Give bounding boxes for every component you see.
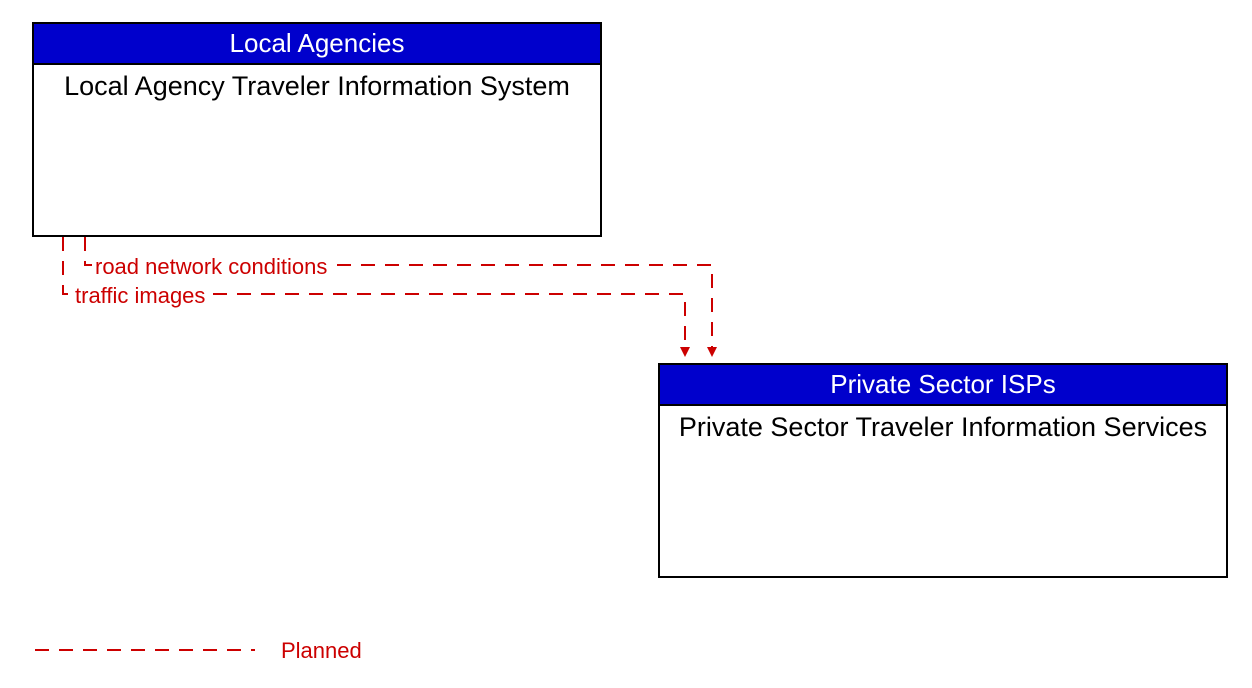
legend-planned-label: Planned (281, 638, 362, 664)
box-private-sector: Private Sector ISPs Private Sector Trave… (658, 363, 1228, 578)
box-local-header: Local Agencies (34, 24, 600, 65)
flow-label-traffic-images: traffic images (75, 283, 205, 309)
box-local-body: Local Agency Traveler Information System (34, 65, 600, 108)
box-local-agencies: Local Agencies Local Agency Traveler Inf… (32, 22, 602, 237)
box-private-body: Private Sector Traveler Information Serv… (660, 406, 1226, 449)
box-private-header: Private Sector ISPs (660, 365, 1226, 406)
flow-label-road-network: road network conditions (95, 254, 327, 280)
